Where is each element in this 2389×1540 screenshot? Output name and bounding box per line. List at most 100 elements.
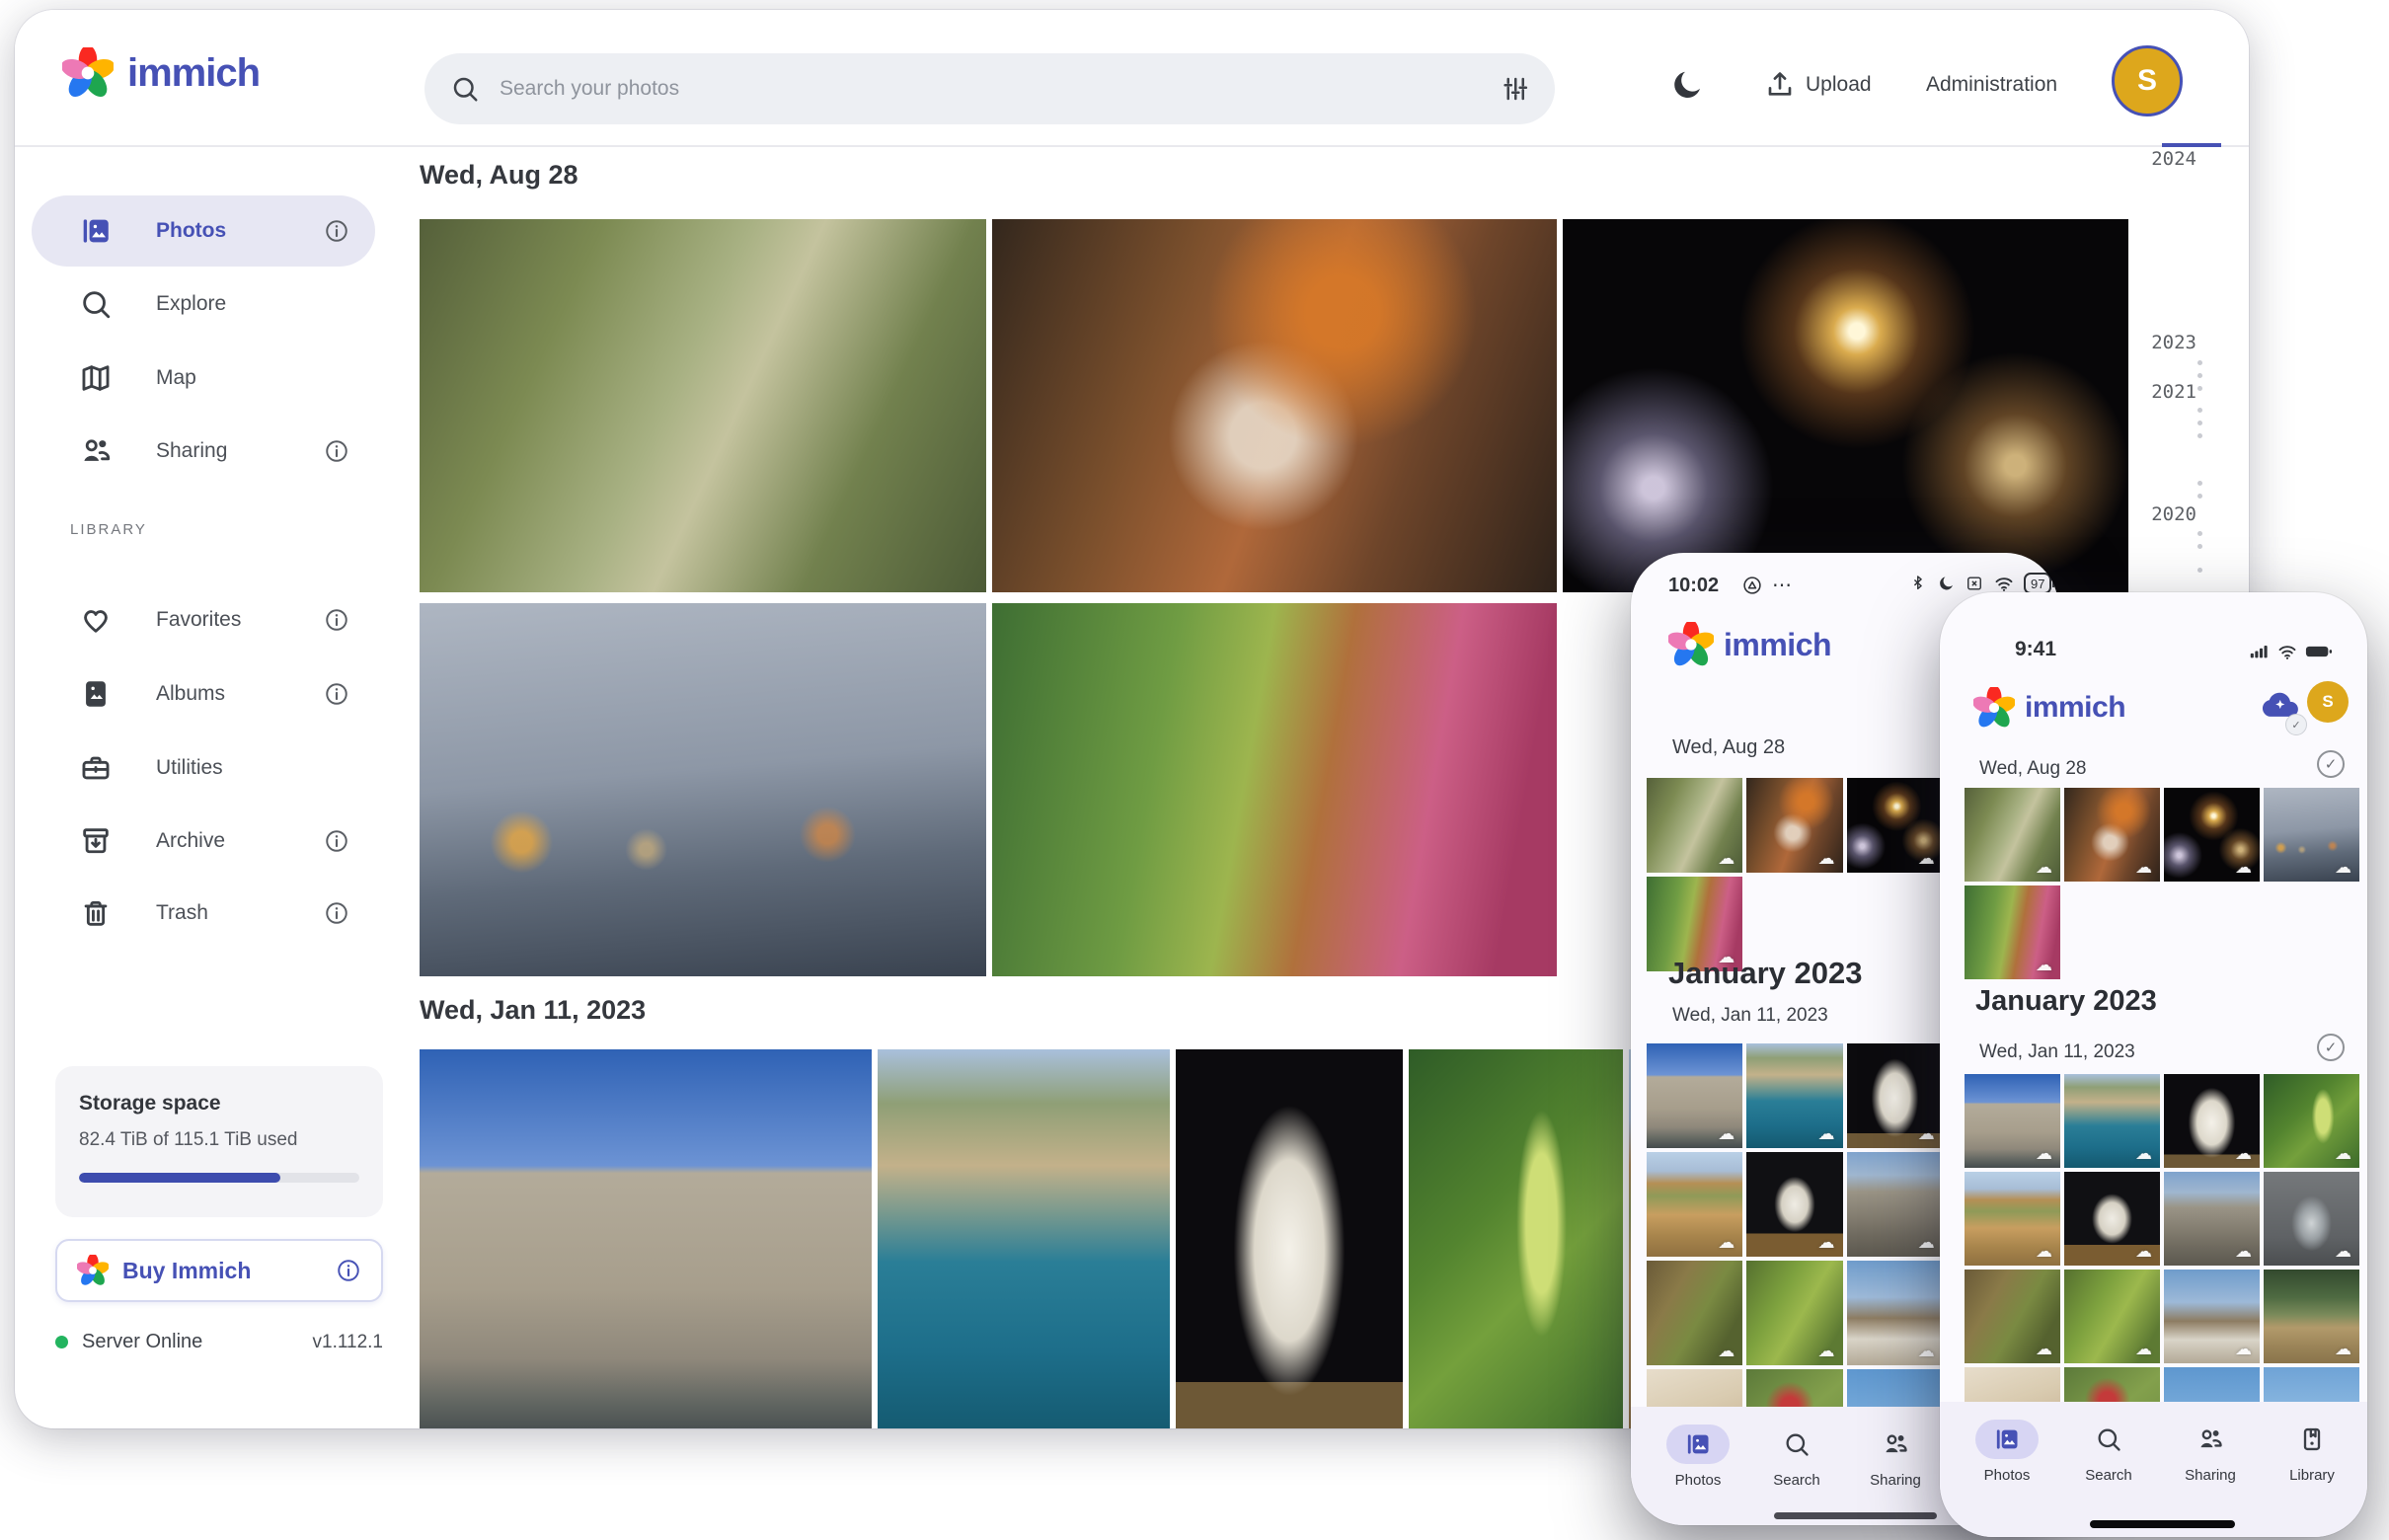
photo-thumbnail-beach[interactable]: ☁	[1647, 1152, 1742, 1257]
photo-thumbnail-fireworks[interactable]: ☁	[1847, 778, 1943, 873]
photo-thumbnail-road[interactable]: ☁	[1965, 886, 2060, 979]
immich-logo[interactable]: immich	[62, 47, 260, 99]
home-indicator	[2090, 1520, 2235, 1528]
timeline-year-2023[interactable]: 2023	[2127, 332, 2196, 353]
info-icon[interactable]	[324, 681, 349, 707]
bottom-tab-bar: PhotosSearch SharingLibrary	[1940, 1402, 2367, 1537]
select-all-check-icon[interactable]: ✓	[2317, 750, 2345, 778]
photo-thumbnail-castle[interactable]: ☁	[1647, 1043, 1742, 1148]
photo-thumbnail-lizard1[interactable]: ☁	[1965, 1270, 2060, 1363]
cloud-backup-icon: ☁	[2036, 1145, 2052, 1162]
photo-thumbnail-berries[interactable]	[1409, 1049, 1623, 1428]
photo-thumbnail-berries[interactable]: ☁	[2264, 1074, 2359, 1168]
cloud-sync-icon[interactable]: ✓	[2258, 683, 2301, 732]
photo-thumbnail-castle[interactable]: ☁	[1965, 1074, 2060, 1168]
photo-thumbnail-ruins[interactable]: ☁	[2164, 1172, 2260, 1266]
tab-library[interactable]: Library	[2265, 1420, 2359, 1484]
status-time: 9:41	[2015, 638, 2056, 661]
theme-toggle-button[interactable]	[1670, 67, 1706, 103]
photo-thumbnail-bust[interactable]: ☁	[1847, 1043, 1943, 1148]
search-input[interactable]	[498, 76, 1482, 102]
timeline-year-2021[interactable]: 2021	[2127, 381, 2196, 403]
sidebar-item-utilities[interactable]: Utilities	[32, 732, 375, 804]
cloud-backup-icon: ☁	[2235, 859, 2252, 876]
photo-thumbnail-road[interactable]	[992, 603, 1557, 976]
tab-photos[interactable]: Photos	[1651, 1424, 1745, 1489]
people-icon	[1882, 1430, 1909, 1458]
immich-logo-text: immich	[1724, 627, 1831, 663]
server-version: v1.112.1	[313, 1332, 383, 1353]
photo-thumbnail-lizard1[interactable]: ☁	[1647, 1261, 1742, 1365]
photo-thumbnail-fireworks[interactable]	[1563, 219, 2128, 592]
sidebar-item-sharing[interactable]: Sharing	[32, 416, 375, 487]
search-icon	[1783, 1430, 1811, 1458]
cloud-backup-icon: ☁	[2135, 859, 2152, 876]
info-icon[interactable]	[324, 438, 349, 464]
photo-thumbnail-zoo[interactable]	[420, 219, 986, 592]
photo-thumbnail-hands[interactable]: ☁	[2264, 788, 2359, 882]
photo-thumbnail-fireworks[interactable]: ☁	[2164, 788, 2260, 882]
timeline-tick-dot	[2197, 433, 2202, 438]
photo-grid: ☁☁☁☁	[1965, 1172, 2359, 1266]
sidebar-item-albums[interactable]: Albums	[32, 658, 375, 730]
photo-thumbnail-sculpt[interactable]: ☁	[2064, 1172, 2160, 1266]
info-icon[interactable]	[324, 828, 349, 854]
photo-thumbnail-zoo[interactable]: ☁	[1647, 778, 1742, 873]
info-icon[interactable]	[324, 900, 349, 926]
photo-thumbnail-church[interactable]: ☁	[2164, 1270, 2260, 1363]
photo-thumbnail-dinner[interactable]: ☁	[2064, 788, 2160, 882]
wifi-icon	[2276, 641, 2298, 662]
sidebar-item-favorites[interactable]: Favorites	[32, 584, 375, 655]
tab-sharing[interactable]: Sharing	[1848, 1424, 1943, 1489]
user-avatar[interactable]: S	[2307, 681, 2349, 723]
photo-thumbnail-lizard2[interactable]: ☁	[2064, 1270, 2160, 1363]
sidebar-item-label: Albums	[156, 682, 280, 706]
photo-thumbnail-farm[interactable]: ☁	[2264, 1270, 2359, 1363]
sidebar-item-map[interactable]: Map	[32, 343, 375, 414]
sidebar-item-photos[interactable]: Photos	[32, 195, 375, 267]
timeline-year-2024[interactable]: 2024	[2127, 148, 2196, 170]
photo-thumbnail-beach[interactable]: ☁	[1965, 1172, 2060, 1266]
tab-photos[interactable]: Photos	[1960, 1420, 2054, 1484]
timeline-year-2020[interactable]: 2020	[2127, 503, 2196, 525]
photo-thumbnail-sculpt[interactable]: ☁	[1746, 1152, 1842, 1257]
tab-sharing[interactable]: Sharing	[2163, 1420, 2258, 1484]
tab-search[interactable]: Search	[2061, 1420, 2156, 1484]
photo-thumbnail-zoo[interactable]: ☁	[1965, 788, 2060, 882]
timeline-tick-dot	[2197, 568, 2202, 573]
timeline-tick-dot	[2197, 408, 2202, 413]
immich-flower-icon	[62, 47, 114, 99]
timeline-tick-dot	[2197, 531, 2202, 536]
info-icon[interactable]	[324, 607, 349, 633]
photo-thumbnail-coast[interactable]	[878, 1049, 1170, 1428]
user-avatar[interactable]: S	[2112, 45, 2183, 116]
upload-button[interactable]: Upload	[1764, 69, 1872, 101]
photo-thumbnail-coast[interactable]: ☁	[1746, 1043, 1842, 1148]
select-all-check-icon[interactable]: ✓	[2317, 1034, 2345, 1061]
status-left-icons: ⋯	[1741, 575, 1794, 596]
photo-thumbnail-lizard2[interactable]: ☁	[1746, 1261, 1842, 1365]
photo-thumbnail-coast[interactable]: ☁	[2064, 1074, 2160, 1168]
photo-thumbnail-church[interactable]: ☁	[1847, 1261, 1943, 1365]
photo-thumbnail-hands[interactable]	[420, 603, 986, 976]
administration-link[interactable]: Administration	[1926, 73, 2057, 97]
sidebar-item-trash[interactable]: Trash	[32, 878, 375, 949]
photo-thumbnail-ruins[interactable]: ☁	[1847, 1152, 1943, 1257]
info-icon[interactable]	[336, 1258, 361, 1283]
photo-thumbnail-bust[interactable]	[1176, 1049, 1403, 1428]
timeline-tick-dot	[2197, 544, 2202, 549]
sidebar-item-explore[interactable]: Explore	[32, 269, 375, 340]
search-filter-icon[interactable]	[1500, 74, 1529, 104]
people-icon	[79, 434, 113, 468]
immich-flower-icon	[77, 1255, 109, 1286]
photo-thumbnail-castle[interactable]	[420, 1049, 872, 1428]
tab-search[interactable]: Search	[1749, 1424, 1844, 1489]
photo-thumbnail-ornament[interactable]: ☁	[2264, 1172, 2359, 1266]
info-icon[interactable]	[324, 218, 349, 244]
sidebar-item-archive[interactable]: Archive	[32, 806, 375, 877]
search-bar[interactable]	[424, 53, 1555, 124]
photo-thumbnail-dinner[interactable]	[992, 219, 1557, 592]
photo-thumbnail-dinner[interactable]: ☁	[1746, 778, 1842, 873]
photo-thumbnail-bust[interactable]: ☁	[2164, 1074, 2260, 1168]
buy-immich-button[interactable]: Buy Immich	[55, 1239, 383, 1302]
